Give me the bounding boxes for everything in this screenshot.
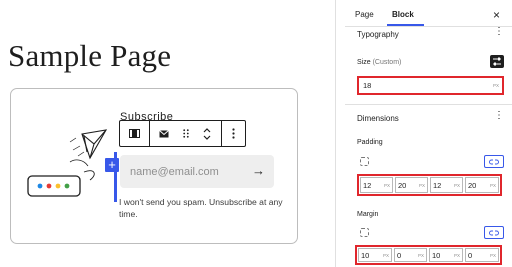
- size-label: Size (Custom): [357, 59, 401, 66]
- dimensions-options-icon[interactable]: ⋮: [494, 111, 504, 121]
- padding-left-unit: PX: [489, 183, 496, 188]
- mail-icon[interactable]: [153, 121, 175, 146]
- margin-bottom-input[interactable]: 10 PX: [429, 248, 463, 262]
- margin-right-input[interactable]: 0 PX: [394, 248, 427, 262]
- padding-top-value: 12: [363, 181, 372, 190]
- mailbox-icon: [27, 170, 95, 197]
- size-input[interactable]: 18 PX: [360, 79, 501, 92]
- section-divider: [345, 104, 512, 105]
- padding-bottom-input[interactable]: 12 PX: [430, 177, 463, 193]
- size-label-text: Size: [357, 59, 371, 66]
- padding-link-sides-button[interactable]: [484, 155, 504, 168]
- margin-sides-icon[interactable]: [360, 228, 369, 237]
- link-icon: [489, 159, 499, 164]
- tab-block[interactable]: Block: [392, 10, 414, 19]
- padding-right-unit: PX: [418, 183, 425, 188]
- tab-page[interactable]: Page: [355, 10, 374, 19]
- margin-link-sides-button[interactable]: [484, 226, 504, 239]
- more-options-icon[interactable]: [222, 121, 245, 146]
- padding-label: Padding: [357, 139, 383, 146]
- size-value: 18: [363, 81, 372, 90]
- paper-plane-icon: [69, 129, 108, 167]
- toolbar-group-move: [150, 121, 222, 146]
- padding-right-value: 20: [398, 181, 407, 190]
- spam-note[interactable]: I won't send you spam. Unsubscribe at an…: [119, 196, 295, 220]
- margin-left-unit: PX: [489, 253, 496, 258]
- padding-bottom-unit: PX: [453, 183, 460, 188]
- padding-inputs: 12 PX 20 PX 12 PX 20 PX: [360, 177, 500, 193]
- margin-bottom-value: 10: [432, 251, 441, 260]
- margin-top-value: 10: [361, 251, 370, 260]
- margin-left-value: 0: [468, 251, 473, 260]
- margin-top-unit: PX: [382, 253, 389, 258]
- size-unit: PX: [492, 83, 499, 88]
- padding-left-input[interactable]: 20 PX: [465, 177, 499, 193]
- padding-left-value: 20: [468, 181, 477, 190]
- padding-bottom-value: 12: [433, 181, 442, 190]
- margin-left-input[interactable]: 0 PX: [465, 248, 499, 262]
- email-placeholder: name@email.com: [130, 166, 219, 178]
- block-type-icon[interactable]: [120, 121, 149, 146]
- paper-plane-mailbox-illustration: [27, 129, 108, 197]
- drag-handle-icon[interactable]: [175, 121, 197, 146]
- toolbar-group-type: [120, 121, 150, 146]
- size-label-sub: (Custom): [372, 59, 402, 66]
- dimensions-title[interactable]: Dimensions: [357, 114, 399, 123]
- margin-inputs: 10 PX 0 PX 10 PX 0 PX: [358, 248, 500, 262]
- margin-bottom-unit: PX: [453, 253, 460, 258]
- block-toolbar: [119, 120, 246, 147]
- custom-size-settings-icon[interactable]: [490, 55, 504, 68]
- submit-arrow-icon[interactable]: →: [252, 163, 265, 178]
- typography-title[interactable]: Typography: [357, 30, 399, 39]
- margin-right-unit: PX: [417, 253, 424, 258]
- margin-label: Margin: [357, 211, 379, 218]
- padding-right-input[interactable]: 20 PX: [395, 177, 428, 193]
- typography-options-icon[interactable]: ⋮: [494, 27, 504, 37]
- padding-top-input[interactable]: 12 PX: [360, 177, 393, 193]
- padding-top-unit: PX: [383, 183, 390, 188]
- move-up-down-icon[interactable]: [196, 121, 218, 146]
- page-title[interactable]: Sample Page: [8, 38, 171, 74]
- block-inserter-plus-icon[interactable]: +: [105, 158, 119, 172]
- tabs-divider: [345, 26, 512, 27]
- padding-sides-icon[interactable]: [360, 157, 369, 166]
- margin-top-input[interactable]: 10 PX: [358, 248, 392, 262]
- margin-right-value: 0: [397, 251, 402, 260]
- close-icon[interactable]: ×: [493, 8, 500, 22]
- link-icon: [489, 230, 499, 235]
